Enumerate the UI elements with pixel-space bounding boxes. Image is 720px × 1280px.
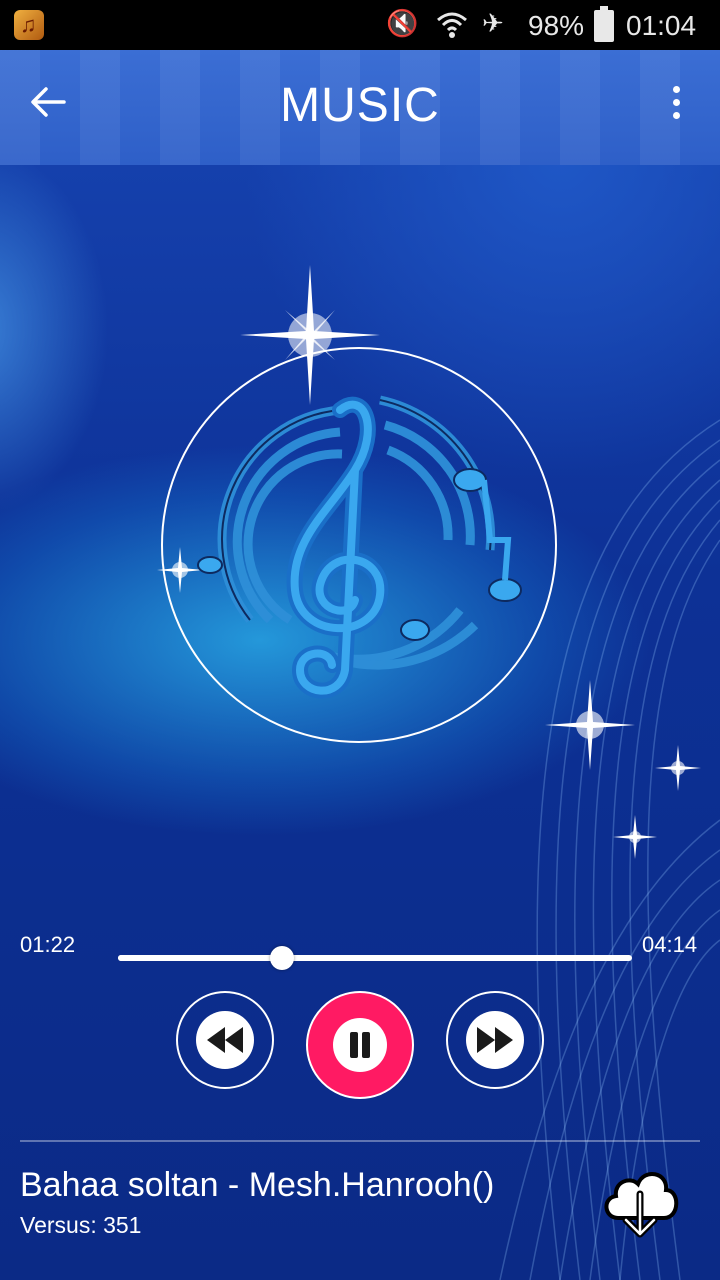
wifi-icon (437, 12, 467, 38)
overflow-menu-icon[interactable] (664, 86, 688, 126)
fast-forward-button[interactable] (446, 991, 544, 1089)
clock: 01:04 (626, 10, 697, 41)
pause-icon (333, 1018, 387, 1072)
airplane-icon: ✈ (482, 8, 504, 38)
seek-bar[interactable] (118, 955, 632, 961)
battery-icon (594, 6, 614, 42)
sparkle-icon (655, 745, 701, 791)
duration-time: 04:14 (642, 932, 698, 957)
rewind-icon (207, 1027, 243, 1053)
rewind-button[interactable] (176, 991, 274, 1089)
cloud-download-icon[interactable] (598, 1158, 682, 1242)
track-title: Bahaa soltan - Mesh.Hanrooh() (20, 1166, 495, 1204)
fast-forward-icon (477, 1027, 513, 1053)
mute-icon: 🔇 (386, 8, 419, 38)
battery-percent: 98% (528, 10, 585, 41)
seek-bar-thumb[interactable] (270, 946, 294, 970)
app-bar: MUSIC (0, 50, 720, 165)
music-app-icon (14, 10, 44, 40)
pause-button[interactable] (306, 991, 414, 1099)
page-title: MUSIC (280, 79, 440, 132)
seek-bar-progress (118, 955, 282, 961)
status-bar: 🔇 ✈ 98% 01:04 (0, 0, 720, 50)
sparkle-icon (613, 815, 657, 859)
sparkle-icon (545, 680, 635, 770)
track-meta: Versus: 351 (20, 1212, 142, 1238)
treble-clef-music-notes-icon (197, 395, 522, 699)
divider (20, 1140, 700, 1142)
elapsed-time: 01:22 (20, 932, 76, 957)
